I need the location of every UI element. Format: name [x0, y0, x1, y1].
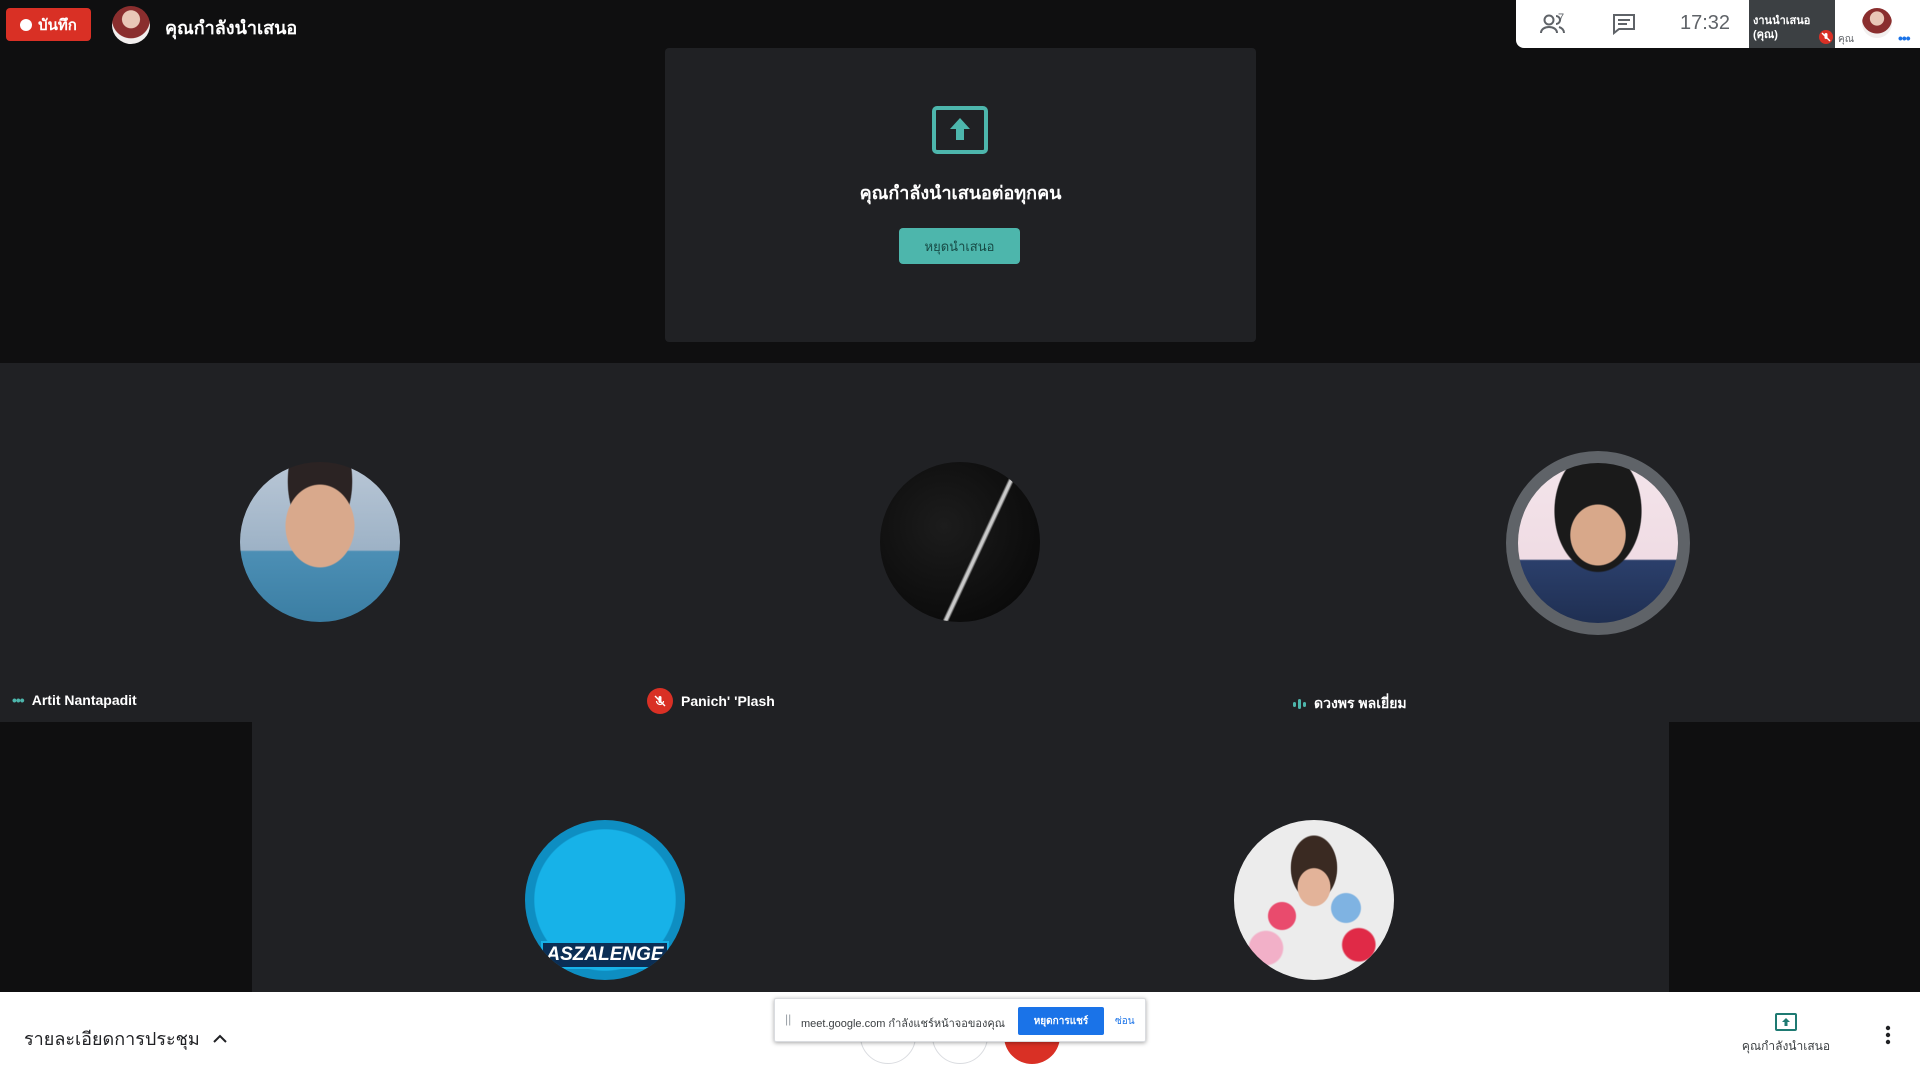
participant-avatar-balloons [1234, 820, 1394, 980]
meeting-clock: 17:32 [1680, 12, 1731, 34]
participant-name: Panich' 'Plash [681, 693, 775, 709]
chat-icon[interactable] [1612, 13, 1636, 35]
participant-label-duangporn[interactable]: ดวงพร พลเยี่ยม [1293, 693, 1407, 715]
participant-name: ดวงพร พลเยี่ยม [1314, 695, 1407, 711]
presenter-avatar [112, 6, 150, 44]
share-banner-text: meet.google.com กำลังแชร์หน้าจอของคุณ [801, 1018, 1005, 1030]
record-dot-icon [20, 18, 33, 31]
recording-badge[interactable]: บันทึก [6, 8, 91, 41]
people-count: 7 [1558, 12, 1565, 24]
self-tile-label: งานนำเสนอ (คุณ) [1753, 15, 1811, 41]
stop-presenting-button[interactable]: หยุดนำเสนอ [899, 228, 1020, 264]
more-vert-icon[interactable] [1884, 1024, 1892, 1046]
mic-off-icon [1819, 30, 1833, 44]
participant-name: Artit Nantapadit [31, 692, 137, 708]
presenter-title: คุณกำลังนำเสนอ [165, 18, 298, 38]
present-screen-icon [932, 106, 988, 154]
self-presentation-tile[interactable]: งานนำเสนอ (คุณ) [1749, 0, 1835, 48]
participant-label-artit[interactable]: ••• Artit Nantapadit [12, 692, 137, 708]
present-screen-icon [1775, 1013, 1797, 1031]
participant-label-panich[interactable]: Panich' 'Plash [647, 688, 775, 714]
participant-grid-row2 [252, 722, 1669, 992]
participant-avatar-panich [880, 462, 1040, 622]
participant-avatar-aszalenge: ASZALENGE [525, 820, 685, 980]
presentation-card: คุณกำลังนำเสนอต่อทุกคน หยุดนำเสนอ [665, 48, 1256, 342]
avatar-logo-text: ASZALENGE [541, 941, 669, 969]
screen-share-banner: || meet.google.com กำลังแชร์หน้าจอของคุณ… [774, 998, 1146, 1042]
present-now-button[interactable]: คุณกำลังนำเสนอ [1736, 1012, 1836, 1056]
drag-handle-icon[interactable]: || [785, 1012, 791, 1026]
stop-sharing-button[interactable]: หยุดการแชร์ [1018, 1007, 1104, 1035]
more-options-icon[interactable]: ••• [12, 692, 25, 708]
recording-label: บันทึก [38, 16, 77, 34]
present-now-label: คุณกำลังนำเสนอ [1741, 1039, 1831, 1053]
chevron-up-icon [213, 1034, 227, 1043]
self-avatar [1862, 8, 1892, 38]
presenting-message: คุณกำลังนำเสนอต่อทุกคน [859, 183, 1062, 203]
meeting-details-toggle[interactable]: รายละเอียดการประชุม [24, 1024, 228, 1053]
meeting-details-label: รายละเอียดการประชุม [24, 1029, 200, 1049]
audio-level-icon [1293, 699, 1306, 709]
mic-off-icon [647, 688, 673, 714]
participant-avatar-duangporn [1518, 463, 1678, 623]
hide-banner-link[interactable]: ซ่อน [1115, 1014, 1135, 1029]
more-options-icon[interactable]: ••• [1898, 30, 1911, 46]
meet-window: บันทึก คุณกำลังนำเสนอ 7 17:32 งานนำเสนอ … [0, 0, 1920, 1080]
participant-avatar-artit [240, 462, 400, 622]
self-label: คุณ [1838, 34, 1854, 45]
